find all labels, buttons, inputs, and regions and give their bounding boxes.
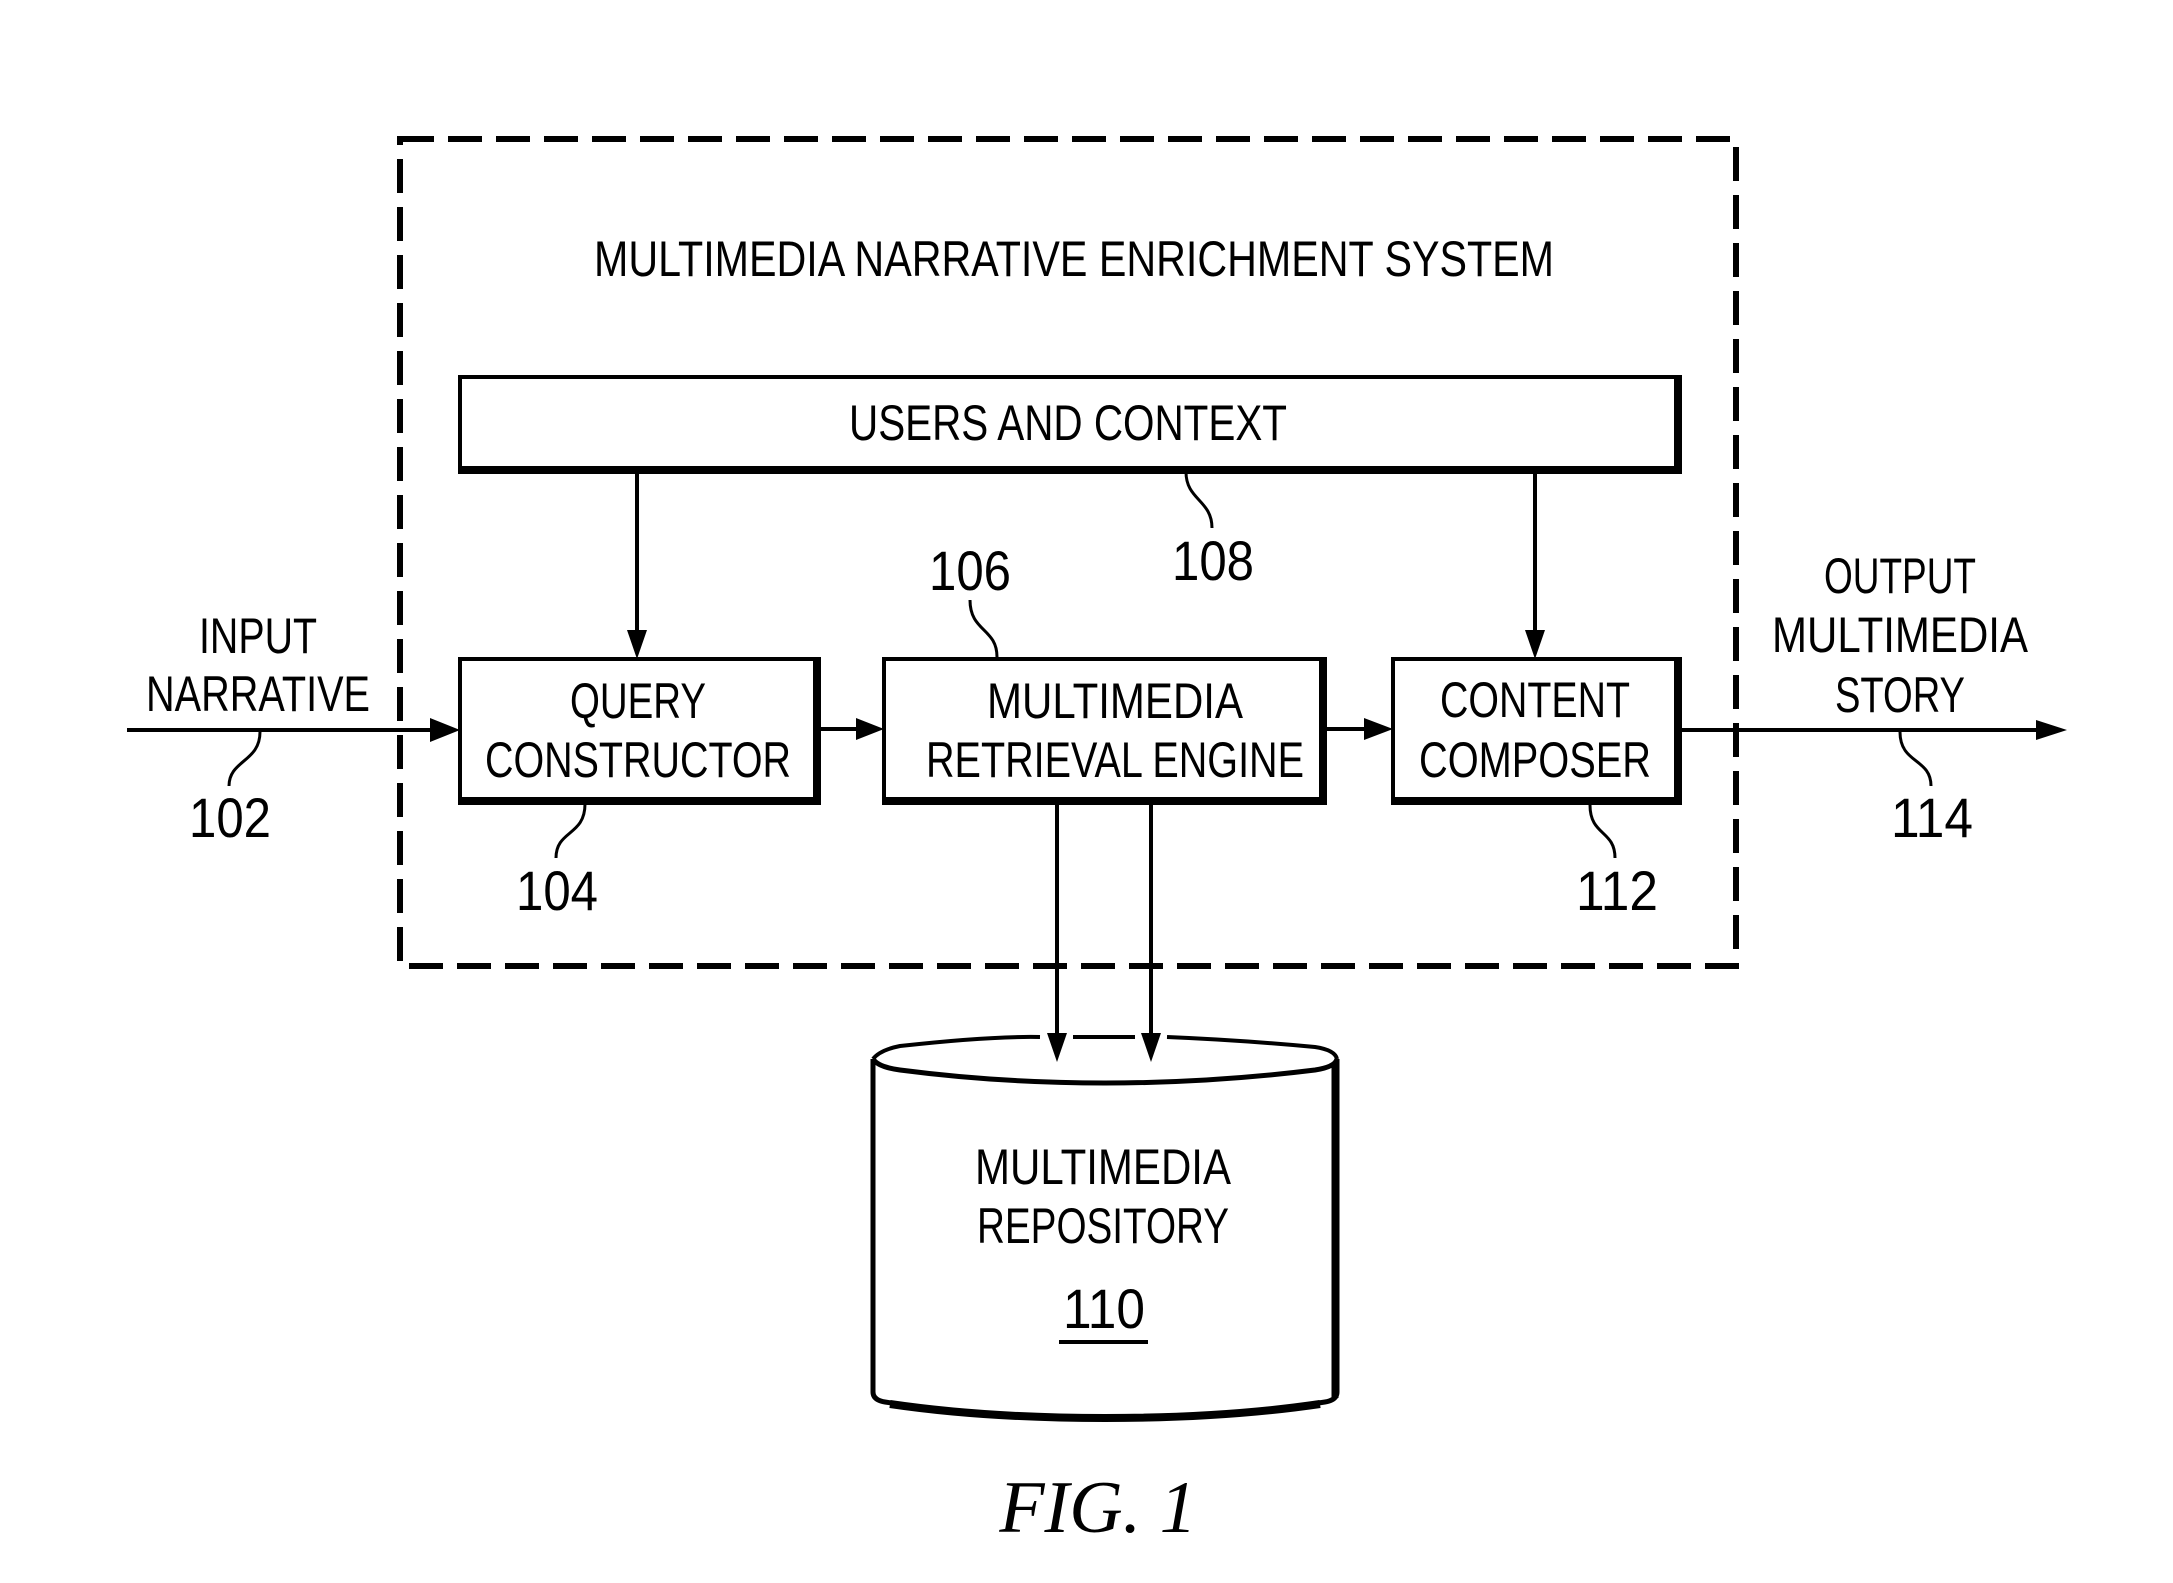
content-composer-block: CONTENT COMPOSER <box>1391 657 1682 805</box>
ref-108-leader <box>1184 471 1214 529</box>
ref-102-leader <box>227 731 262 787</box>
content-composer-label-line2: COMPOSER <box>1419 732 1651 788</box>
retrieval-to-repository-arrowhead-1-icon <box>1047 1033 1067 1062</box>
input-label-line1: INPUT <box>199 608 317 664</box>
ref-108-label: 108 <box>1172 529 1254 592</box>
figure-caption: FIG. 1 <box>998 1467 1196 1549</box>
ref-114-leader <box>1898 731 1933 787</box>
content-composer-label-line1: CONTENT <box>1440 672 1630 728</box>
input-narrative: INPUT NARRATIVE 102 <box>127 608 460 849</box>
input-label-line2: NARRATIVE <box>146 666 370 722</box>
repository-block: MULTIMEDIA REPOSITORY 110 <box>870 1034 1340 1423</box>
ref-102-label: 102 <box>189 786 271 849</box>
output-label-line1: OUTPUT <box>1824 548 1976 604</box>
ref-112-label: 112 <box>1576 859 1658 922</box>
retrieval-engine-label-line2: RETRIEVAL ENGINE <box>926 732 1304 788</box>
cylinder-bottom-edge <box>889 1400 1321 1423</box>
retrieval-engine-block: MULTIMEDIA RETRIEVAL ENGINE <box>882 657 1327 805</box>
ref-106-leader <box>968 599 999 658</box>
ref-110-label: 110 <box>1063 1277 1145 1340</box>
users-to-composer-arrowhead-icon <box>1525 630 1545 659</box>
retrieval-to-composer-arrowhead-icon <box>1364 718 1393 740</box>
retrieval-to-repository-arrowhead-2-icon <box>1141 1033 1161 1062</box>
users-context-block: USERS AND CONTEXT <box>458 375 1682 474</box>
output-arrowhead-icon <box>2036 720 2067 740</box>
repository-label-line1: MULTIMEDIA <box>975 1139 1232 1195</box>
query-constructor-label-line1: QUERY <box>570 673 706 729</box>
ref-112-leader <box>1588 804 1617 859</box>
output-label-line2: MULTIMEDIA <box>1772 607 2029 663</box>
retrieval-engine-label-line1: MULTIMEDIA <box>987 673 1244 729</box>
system-title: MULTIMEDIA NARRATIVE ENRICHMENT SYSTEM <box>594 231 1554 287</box>
output-label-line3: STORY <box>1835 667 1965 723</box>
cylinder-top-ellipse-back <box>871 1034 1339 1061</box>
query-to-retrieval-arrowhead-icon <box>856 718 884 740</box>
cylinder-top-ellipse-front <box>870 1057 1340 1086</box>
users-context-label: USERS AND CONTEXT <box>849 395 1287 451</box>
repository-label-line2: REPOSITORY <box>977 1198 1229 1254</box>
query-constructor-block: QUERY CONSTRUCTOR <box>458 657 821 805</box>
ref-114-label: 114 <box>1891 786 1973 849</box>
ref-104-label: 104 <box>516 859 598 922</box>
ref-106-label: 106 <box>929 539 1011 602</box>
users-to-query-arrowhead-icon <box>627 630 647 659</box>
patent-figure-diagram: MULTIMEDIA NARRATIVE ENRICHMENT SYSTEM U… <box>0 0 2173 1583</box>
input-arrowhead-icon <box>430 718 460 742</box>
query-constructor-label-line2: CONSTRUCTOR <box>485 732 791 788</box>
ref-104-leader <box>554 803 587 859</box>
